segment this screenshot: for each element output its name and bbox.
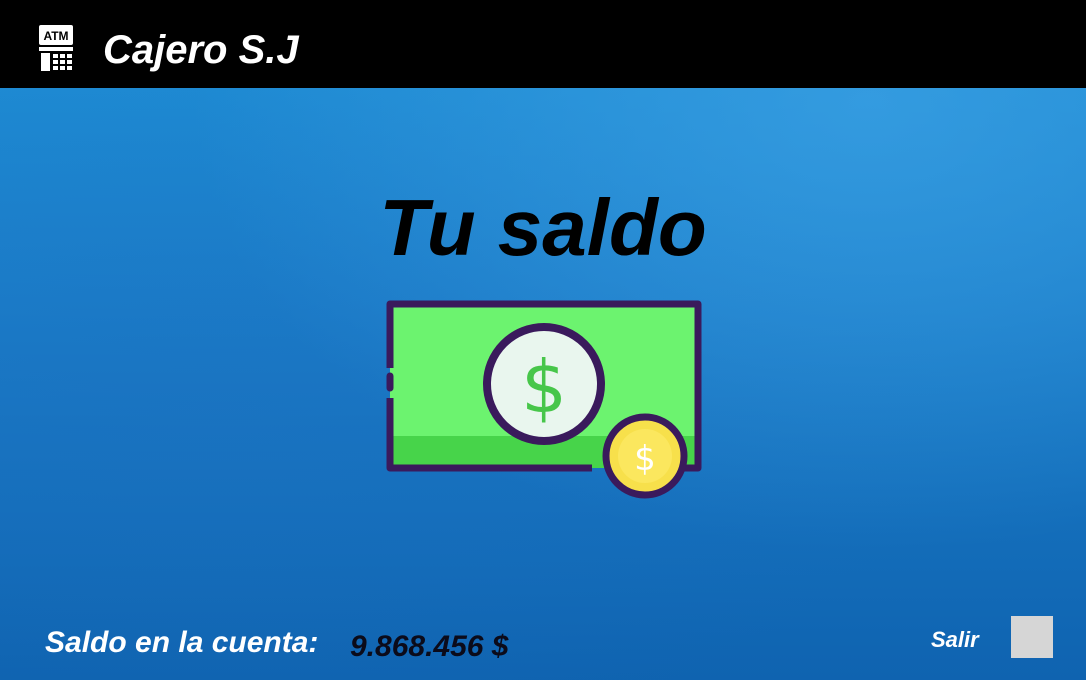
balance-label: Saldo en la cuenta: bbox=[45, 626, 319, 659]
atm-icon: ATM bbox=[39, 25, 73, 71]
exit-label[interactable]: Salir bbox=[931, 626, 979, 654]
top-bar: ATM Cajero S.J bbox=[0, 0, 1086, 88]
svg-text:$: $ bbox=[521, 345, 567, 429]
exit-button[interactable] bbox=[1011, 616, 1053, 658]
svg-text:$: $ bbox=[634, 439, 656, 479]
page-title: Tu saldo bbox=[379, 183, 707, 272]
money-bill-icon: $ $ bbox=[386, 300, 702, 499]
atm-icon-label: ATM bbox=[43, 29, 68, 43]
atm-screen: ATM Cajero S.J Tu saldo $ $ Saldo en la … bbox=[0, 0, 1086, 680]
app-title: Cajero S.J bbox=[103, 28, 299, 72]
balance-value: 9.868.456 $ bbox=[350, 630, 509, 663]
